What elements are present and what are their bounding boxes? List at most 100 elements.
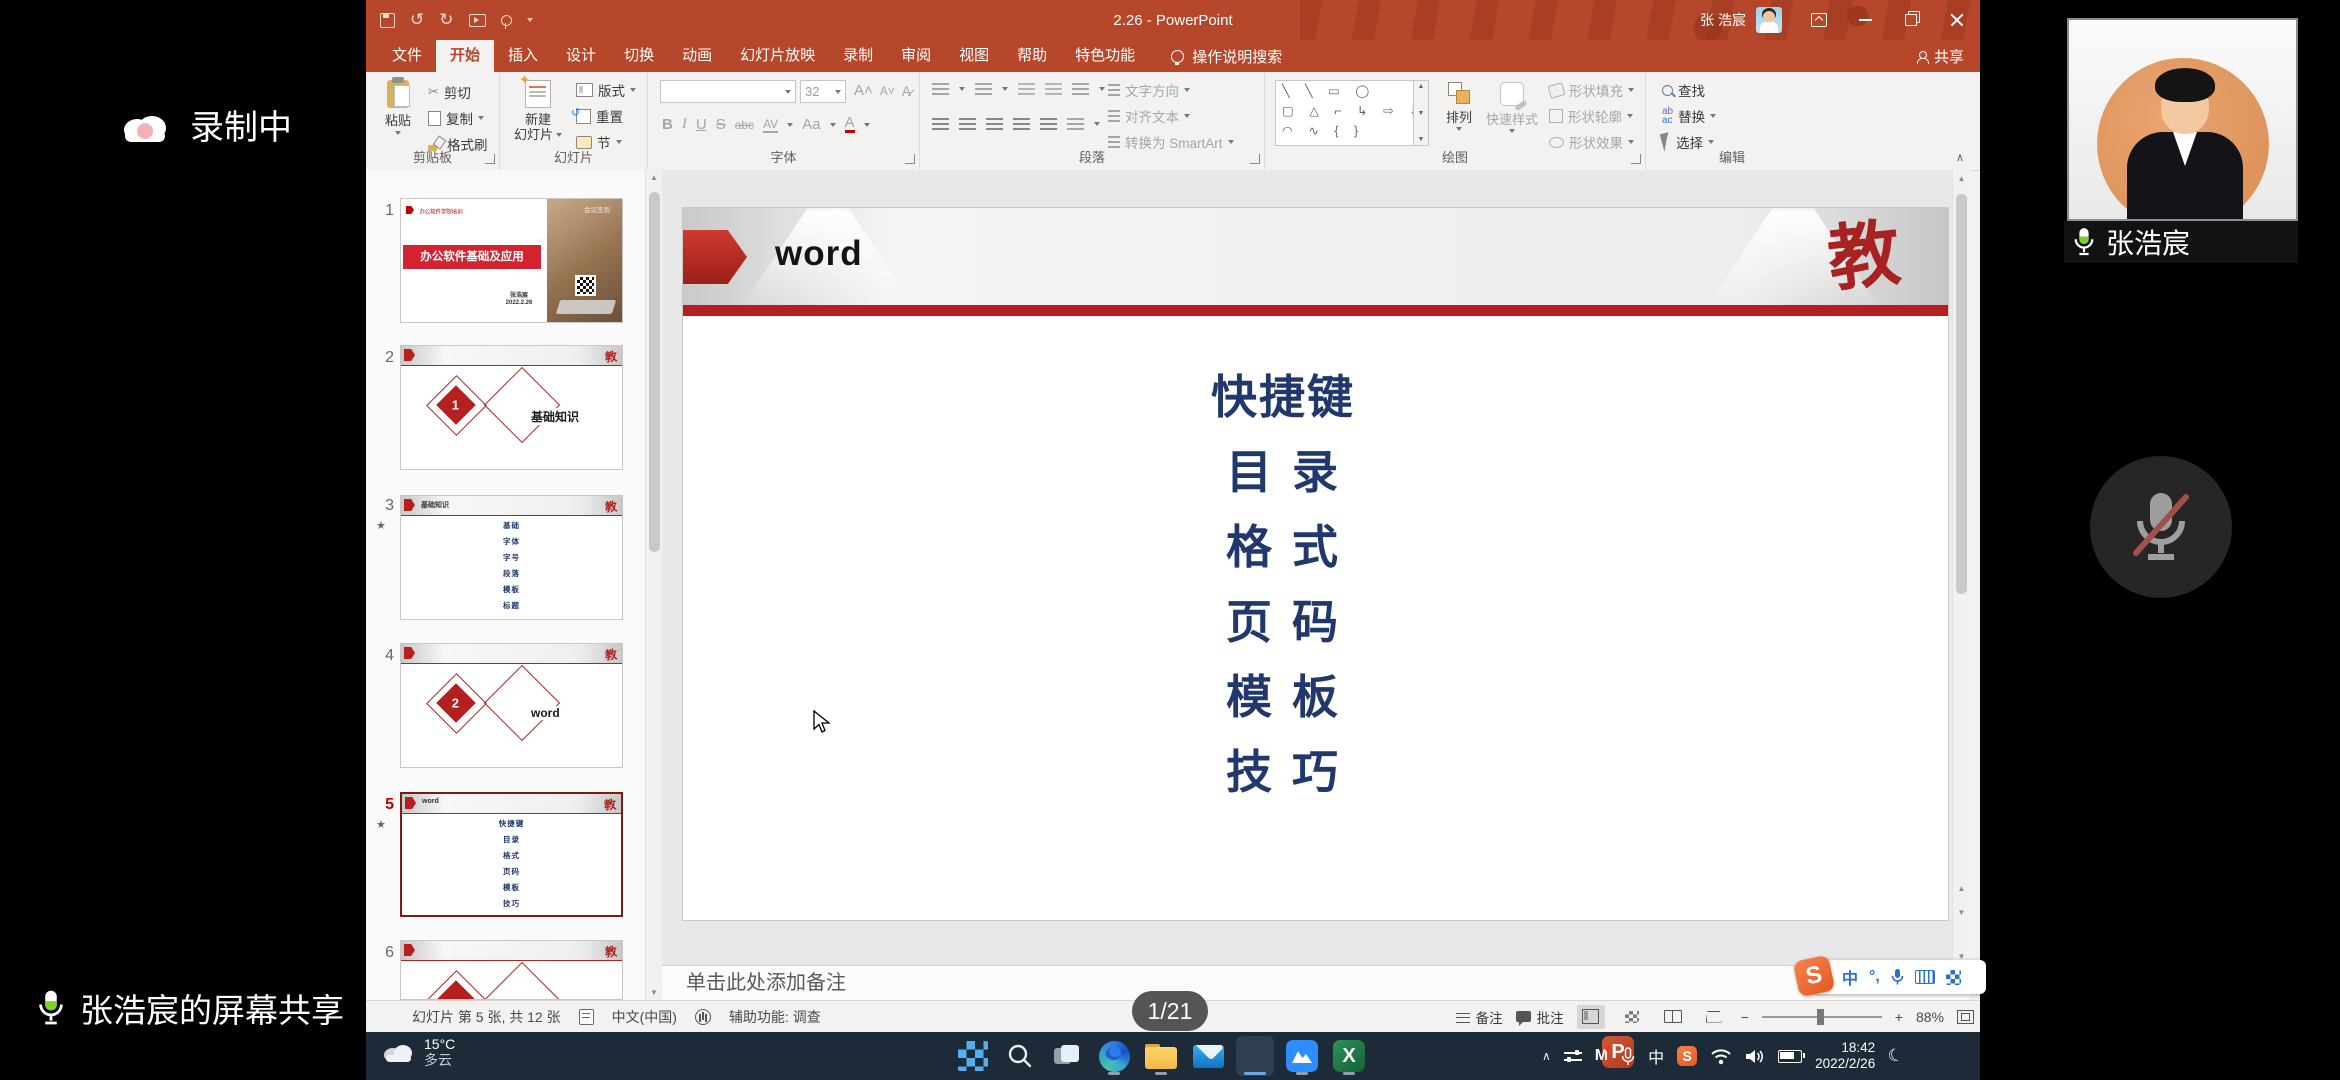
minimize-button[interactable] <box>1842 0 1888 40</box>
edge-browser-button[interactable] <box>1095 1036 1133 1076</box>
list-item[interactable]: 格 式 <box>973 510 1593 585</box>
paste-button[interactable]: 粘贴 <box>376 80 420 135</box>
slideshow-view-button[interactable] <box>1700 1005 1728 1029</box>
touch-mode-icon[interactable] <box>501 15 512 26</box>
quick-styles-button[interactable]: 快速样式 <box>1483 82 1541 133</box>
language-status[interactable]: 中文(中国) <box>612 1007 677 1027</box>
layout-button[interactable]: 版式 <box>576 80 636 100</box>
tab-record[interactable]: 录制 <box>829 40 887 72</box>
fit-slide-to-window-icon[interactable] <box>1957 1010 1974 1024</box>
hidden-icons-chevron[interactable]: ∧ <box>1542 1049 1551 1063</box>
notes-placeholder[interactable]: 单击此处添加备注 <box>662 966 1970 1000</box>
font-size-combo[interactable]: 32 <box>800 80 846 103</box>
zoom-slider[interactable] <box>1762 1016 1882 1018</box>
ime-chinese-mode-icon[interactable]: 中 <box>1842 965 1858 989</box>
shape-outline-button[interactable]: 形状轮廓 <box>1549 106 1633 126</box>
battery-icon[interactable] <box>1778 1050 1802 1063</box>
collapse-ribbon-icon[interactable]: ∧ <box>1956 151 1964 164</box>
tab-design[interactable]: 设计 <box>552 40 610 72</box>
arrange-button[interactable]: 排列 <box>1437 82 1481 131</box>
text-direction-button[interactable]: 文字方向 <box>1108 80 1190 100</box>
tab-insert[interactable]: 插入 <box>494 40 552 72</box>
share-button[interactable]: 共享 <box>1917 40 1964 72</box>
shapes-gallery-scroll[interactable]: ▲▼▼ <box>1413 81 1428 145</box>
slide-body-list[interactable]: 快捷键 目 录 格 式 页 码 模 板 技 巧 <box>973 360 1593 810</box>
weather-widget[interactable]: 15°C 多云 <box>380 1036 455 1068</box>
qat-customize-icon[interactable] <box>527 18 533 22</box>
tab-file[interactable]: 文件 <box>378 40 436 72</box>
font-dialog-launcher[interactable] <box>905 154 915 164</box>
slide-thumbnail-4[interactable]: 教 2 word <box>400 643 623 768</box>
thumbnail-scrollbar[interactable]: ▲ ▼ <box>645 170 662 1000</box>
scroll-up-icon[interactable]: ▲ <box>646 173 662 182</box>
zoom-slider-thumb[interactable] <box>1817 1009 1824 1025</box>
normal-view-button[interactable] <box>1577 1005 1605 1029</box>
ime-toolbox-icon[interactable] <box>1946 970 1961 985</box>
start-slideshow-icon[interactable] <box>469 14 486 27</box>
tab-animations[interactable]: 动画 <box>668 40 726 72</box>
ribbon-display-options-button[interactable] <box>1796 0 1842 40</box>
microphone-tray-icon[interactable] <box>1621 1047 1635 1066</box>
font-grow-shrink[interactable]: A˄A˅ A̷ <box>854 82 911 99</box>
reset-button[interactable]: 重置 <box>576 106 623 126</box>
clipboard-dialog-launcher[interactable] <box>485 154 495 164</box>
slide-title[interactable]: word <box>775 234 863 274</box>
list-item[interactable]: 目 录 <box>973 435 1593 510</box>
account-avatar[interactable] <box>1756 7 1782 33</box>
tab-slideshow[interactable]: 幻灯片放映 <box>726 40 829 72</box>
sogou-logo-icon[interactable]: S <box>1793 955 1836 998</box>
scroll-down-icon[interactable]: ▼ <box>646 988 662 997</box>
next-slide-icon[interactable]: ▼ <box>1953 908 1970 917</box>
tab-home[interactable]: 开始 <box>436 40 494 72</box>
redo-icon[interactable]: ↻ <box>439 0 453 40</box>
search-button[interactable] <box>1001 1036 1039 1076</box>
new-slide-button[interactable]: 新建 幻灯片 <box>508 80 568 142</box>
wifi-icon[interactable] <box>1710 1048 1732 1065</box>
drawing-dialog-launcher[interactable] <box>1631 154 1641 164</box>
slide-thumbnail-3[interactable]: 基础知识 教 基础字体 字号段落 模板标题 <box>400 495 623 620</box>
clock[interactable]: 18:42 2022/2/26 <box>1815 1040 1875 1072</box>
notes-toggle-button[interactable]: 备注 <box>1456 1007 1503 1027</box>
cut-button[interactable]: ✂ 剪切 <box>428 82 471 102</box>
sogou-ime-toolbar[interactable]: S 中 °, <box>1812 960 1986 994</box>
zoom-percent[interactable]: 88% <box>1916 1009 1944 1025</box>
canvas-scrollbar[interactable]: ▲ ▲ ▼ ▼ <box>1952 170 1970 965</box>
muted-mic-button[interactable] <box>2090 456 2232 598</box>
list-indent-buttons[interactable] <box>932 83 1105 95</box>
ime-voice-icon[interactable] <box>1891 968 1904 986</box>
powerpoint-taskbar-button[interactable]: P <box>1236 1036 1274 1076</box>
meeting-tray-icon[interactable]: M <box>1595 1047 1608 1065</box>
sogou-tray-icon[interactable]: S <box>1677 1046 1697 1066</box>
participant-video-tile[interactable] <box>2067 18 2298 221</box>
list-item[interactable]: 快捷键 <box>973 360 1593 435</box>
font-style-buttons[interactable]: B I U S abc AV Aa A <box>662 116 870 133</box>
list-item[interactable]: 技 巧 <box>973 735 1593 810</box>
comments-toggle-button[interactable]: 批注 <box>1516 1007 1564 1027</box>
ime-mode-tray-icon[interactable]: 中 <box>1648 1044 1664 1068</box>
slide-thumbnail-2[interactable]: 教 1 基础知识 <box>400 345 623 470</box>
scrollbar-thumb[interactable] <box>649 192 660 552</box>
slide-sorter-view-button[interactable] <box>1618 1005 1646 1029</box>
excel-taskbar-button[interactable]: X <box>1330 1036 1368 1076</box>
tell-me-search[interactable]: 操作说明搜索 <box>1171 40 1282 72</box>
meeting-app-button[interactable] <box>1283 1036 1321 1076</box>
notes-pane[interactable]: 单击此处添加备注 <box>662 965 1970 1000</box>
scrollbar-thumb[interactable] <box>1956 194 1967 594</box>
restore-button[interactable] <box>1888 0 1934 40</box>
paragraph-dialog-launcher[interactable] <box>1250 154 1260 164</box>
list-item[interactable]: 模 板 <box>973 660 1593 735</box>
previous-slide-icon[interactable]: ▲ <box>1953 884 1970 893</box>
zoom-out-button[interactable]: − <box>1741 1009 1749 1025</box>
tab-review[interactable]: 审阅 <box>887 40 945 72</box>
font-name-combo[interactable] <box>660 80 796 103</box>
reading-view-button[interactable] <box>1659 1005 1687 1029</box>
slide-editing-area[interactable]: word 教 快捷键 目 录 格 式 页 码 模 板 技 巧 <box>683 208 1948 920</box>
list-item[interactable]: 页 码 <box>973 585 1593 660</box>
slide-canvas[interactable]: word 教 快捷键 目 录 格 式 页 码 模 板 技 巧 ▲ ▲ <box>662 170 1970 965</box>
task-view-button[interactable] <box>1048 1036 1086 1076</box>
tab-special-features[interactable]: 特色功能 <box>1061 40 1149 72</box>
accessibility-status[interactable]: 辅助功能: 调查 <box>729 1007 821 1027</box>
file-explorer-button[interactable] <box>1142 1036 1180 1076</box>
zoom-in-button[interactable]: + <box>1895 1009 1903 1025</box>
slide-thumbnail-6[interactable]: 教 <box>400 940 623 1000</box>
